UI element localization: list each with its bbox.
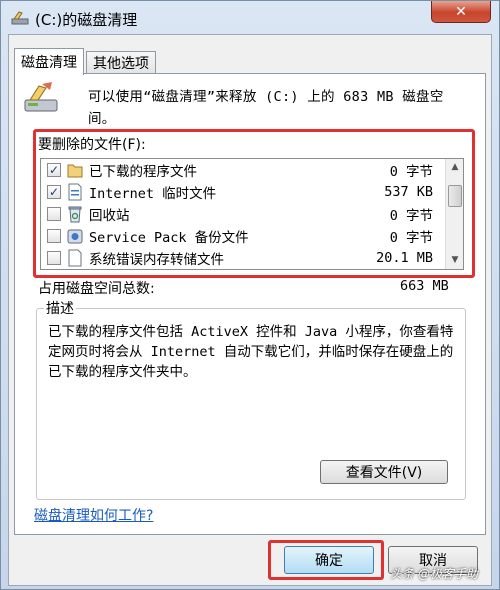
file-name: 已下载的程序文件 [89, 164, 197, 180]
file-name: 回收站 [89, 208, 130, 224]
scroll-down-arrow-icon[interactable]: ▼ [449, 255, 461, 265]
document-icon [68, 183, 82, 201]
file-size: 537 KB [384, 184, 433, 200]
tab-more-options[interactable]: 其他选项 [86, 51, 156, 74]
list-item[interactable]: Service Pack 备份文件 0 字节 [41, 225, 443, 247]
description-text: 已下载的程序文件包括 ActiveX 控件和 Java 小程序，你查看特定网页时… [48, 324, 454, 380]
checkbox-downloaded-programs[interactable]: ✓ [47, 163, 61, 177]
scroll-up-arrow-icon[interactable]: ▲ [449, 162, 461, 172]
scroll-thumb[interactable] [448, 185, 462, 207]
disk-cleanup-icon [24, 82, 58, 112]
file-size: 0 字节 [389, 164, 433, 180]
close-button[interactable]: ✕ [431, 1, 491, 23]
checkbox-memory-dump[interactable] [47, 251, 61, 265]
list-item[interactable]: ✓ 已下载的程序文件 0 字节 [41, 159, 443, 181]
description-legend: 描述 [44, 298, 76, 318]
tab-disk-cleanup[interactable]: 磁盘清理 [14, 48, 84, 75]
tab-strip: 磁盘清理 其他选项 [14, 48, 158, 75]
window-title: (C:)的磁盘清理 [35, 11, 138, 29]
checkbox-recycle-bin[interactable] [47, 207, 61, 221]
files-to-delete-label: 要删除的文件(F): [38, 137, 146, 153]
title-bar[interactable]: (C:)的磁盘清理 ✕ [1, 1, 499, 35]
service-pack-icon [67, 229, 83, 244]
file-size: 0 字节 [389, 208, 433, 224]
disk-cleanup-icon [11, 11, 29, 25]
watermark: 头条 @极客手助 [390, 567, 478, 581]
file-icon [68, 249, 82, 267]
recycle-bin-icon [68, 206, 82, 223]
list-item[interactable]: 系统错误内存转储文件 20.1 MB [41, 247, 443, 269]
checkbox-internet-temp[interactable]: ✓ [47, 185, 61, 199]
intro-text: 可以使用“磁盘清理”来释放 (C:) 上的 683 MB 磁盘空间。 [88, 89, 444, 127]
files-listbox[interactable]: ✓ 已下载的程序文件 0 字节 ✓ Internet 临时文件 537 KB 回… [40, 158, 464, 270]
folder-icon [67, 164, 83, 178]
file-size: 20.1 MB [376, 250, 433, 266]
list-item[interactable]: ✓ Internet 临时文件 537 KB [41, 181, 443, 203]
checkbox-service-pack[interactable] [47, 229, 61, 243]
help-link[interactable]: 磁盘清理如何工作? [34, 505, 153, 525]
total-space-label: 占用磁盘空间总数: [38, 281, 155, 297]
ok-button[interactable]: 确定 [284, 546, 374, 574]
total-space-value: 663 MB [400, 278, 449, 294]
list-scrollbar[interactable]: ▲ ▼ [445, 159, 463, 269]
file-name: Service Pack 备份文件 [89, 230, 249, 246]
list-item[interactable]: 回收站 0 字节 [41, 203, 443, 225]
file-name: 系统错误内存转储文件 [89, 252, 224, 268]
file-size: 0 字节 [389, 230, 433, 246]
file-name: Internet 临时文件 [89, 186, 217, 202]
view-files-button[interactable]: 查看文件(V) [320, 460, 448, 484]
